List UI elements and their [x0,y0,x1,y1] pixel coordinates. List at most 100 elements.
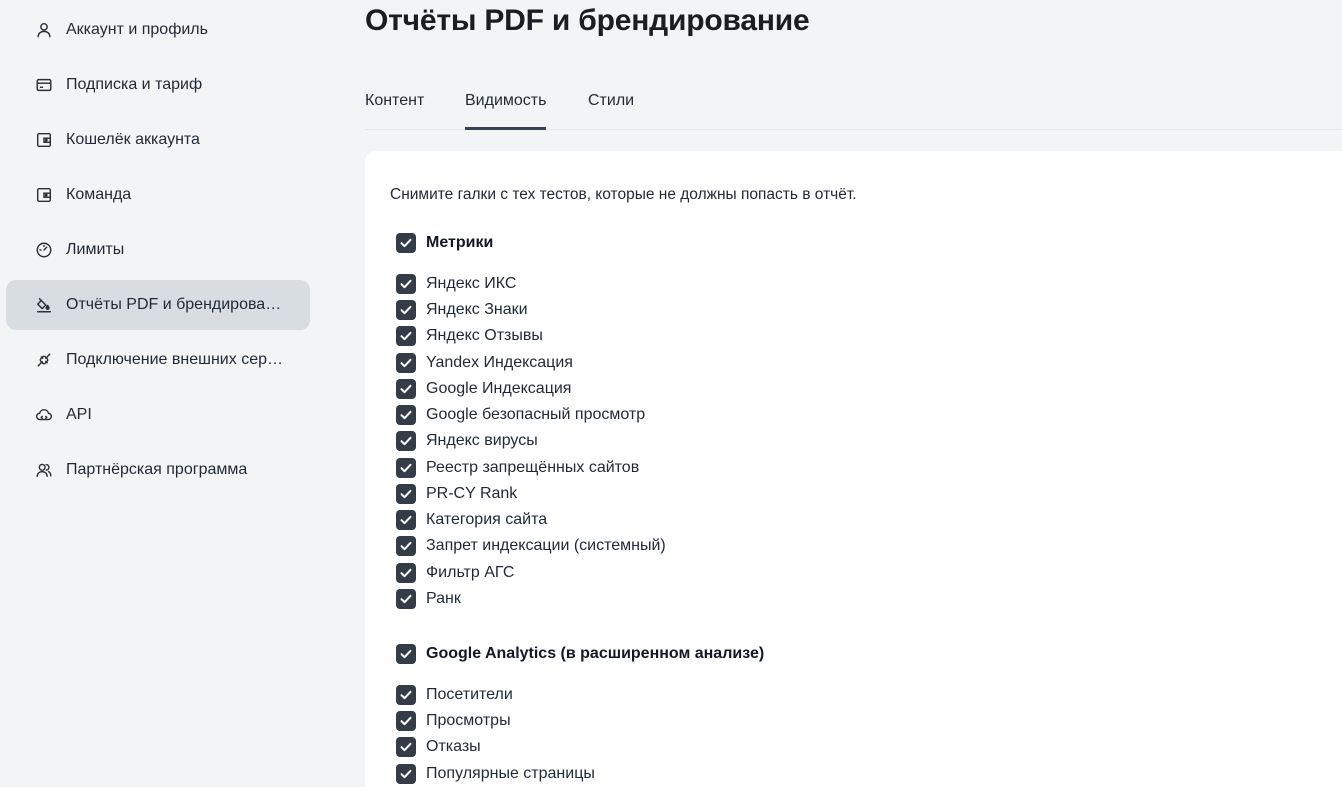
check-icon [400,279,412,289]
checkbox-item[interactable]: Реестр запрещённых сайтов [396,457,639,479]
checkbox[interactable] [396,711,416,731]
checkbox[interactable] [396,405,416,425]
sidebar-item-integrations[interactable]: Подключение внешних сер… [6,335,310,385]
group-checkbox-metrics[interactable]: Метрики [396,232,493,254]
checkbox-label: Посетители [426,686,513,703]
check-icon [400,690,412,700]
sidebar-item-pdf-reports[interactable]: Отчёты PDF и брендирова… [6,280,310,330]
check-icon [400,384,412,394]
checkbox-item[interactable]: Google безопасный просмотр [396,404,645,426]
checkbox-label: Google Индексация [426,380,572,397]
checkbox[interactable] [396,233,416,253]
checkbox[interactable] [396,431,416,451]
plug-icon [34,350,54,370]
sidebar-item-wallet[interactable]: Кошелёк аккаунта [6,115,310,165]
check-icon [400,305,412,315]
paint-bucket-icon [34,295,54,315]
checkbox[interactable] [396,563,416,583]
sidebar-item-subscription[interactable]: Подписка и тариф [6,60,310,110]
sidebar: Аккаунт и профиль Подписка и тариф Кошел… [0,0,320,787]
check-icon [400,331,412,341]
check-icon [400,742,412,752]
checkbox[interactable] [396,379,416,399]
checkbox-item[interactable]: Отказы [396,736,481,758]
tab-content[interactable]: Контент [365,72,424,130]
page-title: Отчёты PDF и брендирование [365,4,810,37]
sidebar-item-label: Команда [66,186,132,203]
checkbox[interactable] [396,510,416,530]
check-icon [400,515,412,525]
checkbox-label: Яндекс вирусы [426,432,538,449]
sidebar-item-affiliate[interactable]: Партнёрская программа [6,445,310,495]
sidebar-item-label: Аккаунт и профиль [66,21,208,38]
user-icon [34,20,54,40]
checkbox[interactable] [396,353,416,373]
checkbox[interactable] [396,764,416,784]
checkbox-item[interactable]: Google Индексация [396,378,571,400]
sidebar-item-label: Кошелёк аккаунта [66,131,200,148]
visibility-hint: Снимите галки с тех тестов, которые не д… [390,186,857,203]
check-icon [400,489,412,499]
tab-bar: Контент Видимость Стили [365,72,1342,130]
checkbox[interactable] [396,326,416,346]
checkbox[interactable] [396,274,416,294]
tab-styles[interactable]: Стили [588,72,634,130]
checkbox-label: Реестр запрещённых сайтов [426,459,640,476]
checkbox-item[interactable]: Яндекс вирусы [396,430,538,452]
checkbox-label: Фильтр АГС [426,564,515,581]
checkbox[interactable] [396,458,416,478]
checkbox[interactable] [396,300,416,320]
sidebar-item-api[interactable]: API [6,390,310,440]
checkbox-item[interactable]: Категория сайта [396,509,547,531]
check-icon [400,716,412,726]
check-icon [400,594,412,604]
wallet-icon [34,130,54,150]
checkbox-item[interactable]: Ранк [396,588,461,610]
checkbox-label: Популярные страницы [426,765,595,782]
checkbox-item[interactable]: Запрет индексации (системный) [396,535,666,557]
check-icon [400,541,412,551]
sidebar-item-team[interactable]: Команда [6,170,310,220]
check-icon [400,463,412,473]
sidebar-item-label: Лимиты [66,241,125,258]
checkbox-item[interactable]: Яндекс ИКС [396,273,516,295]
checkbox[interactable] [396,484,416,504]
group-title: Метрики [426,234,494,251]
checkbox-label: Категория сайта [426,511,548,528]
check-icon [400,649,412,659]
checkbox[interactable] [396,685,416,705]
wallet-icon [34,185,54,205]
checkbox-item[interactable]: Yandex Индексация [396,352,573,374]
checkbox-item[interactable]: Популярные страницы [396,763,595,785]
checkbox-item[interactable]: Посетители [396,684,513,706]
checkbox-label: Просмотры [426,712,511,729]
checkbox-label: PR-CY Rank [426,485,518,502]
checkbox-label: Yandex Индексация [426,354,573,371]
sidebar-item-limits[interactable]: Лимиты [6,225,310,275]
users-icon [34,460,54,480]
checkbox-item[interactable]: PR-CY Rank [396,483,517,505]
checkbox-item[interactable]: Яндекс Отзывы [396,325,543,347]
checkbox-item[interactable]: Фильтр АГС [396,562,514,584]
checkbox[interactable] [396,737,416,757]
checkbox[interactable] [396,589,416,609]
sidebar-item-account[interactable]: Аккаунт и профиль [6,5,310,55]
sidebar-item-label: Подключение внешних сер… [66,351,283,368]
check-icon [400,769,412,779]
check-icon [400,436,412,446]
tab-visibility[interactable]: Видимость [465,72,547,130]
sidebar-item-label: Отчёты PDF и брендирова… [66,296,282,313]
visibility-panel: Снимите галки с тех тестов, которые не д… [365,151,1342,787]
checkbox[interactable] [396,644,416,664]
gauge-icon [34,240,54,260]
sidebar-item-label: Подписка и тариф [66,76,203,93]
credit-card-icon [34,75,54,95]
checkbox-label: Ранк [426,590,461,607]
checkbox-item[interactable]: Просмотры [396,710,511,732]
checkbox-item[interactable]: Яндекс Знаки [396,299,528,321]
group-checkbox-google-analytics[interactable]: Google Analytics (в расширенном анализе) [396,643,764,665]
checkbox-label: Яндекс ИКС [426,275,517,292]
checkbox[interactable] [396,536,416,556]
settings-page: Аккаунт и профиль Подписка и тариф Кошел… [0,0,1342,787]
checkbox-label: Запрет индексации (системный) [426,537,666,554]
